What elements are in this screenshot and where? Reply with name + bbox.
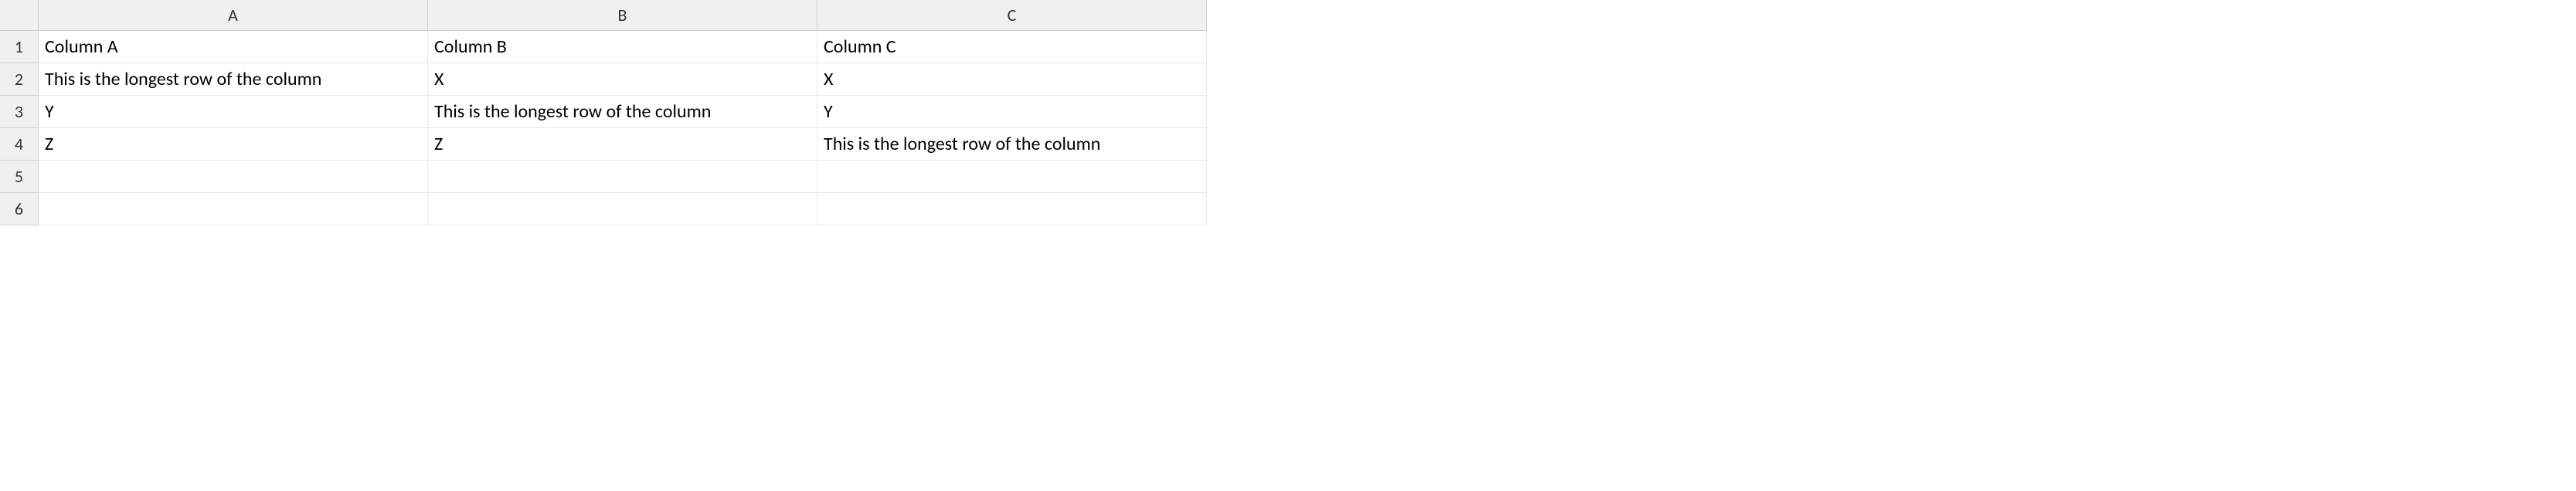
select-all-corner[interactable] (0, 0, 39, 31)
cell-A1[interactable]: Column A (39, 31, 428, 63)
cell-C3[interactable]: Y (817, 96, 1207, 128)
cell-A4[interactable]: Z (39, 128, 428, 161)
column-header-A[interactable]: A (39, 0, 428, 31)
row-header-3[interactable]: 3 (0, 96, 39, 128)
cell-C1[interactable]: Column C (817, 31, 1207, 63)
column-header-B[interactable]: B (428, 0, 817, 31)
row-header-5[interactable]: 5 (0, 161, 39, 193)
row-header-4[interactable]: 4 (0, 128, 39, 161)
cell-B3[interactable]: This is the longest row of the column (428, 96, 817, 128)
cell-C5[interactable] (817, 161, 1207, 193)
cell-A3[interactable]: Y (39, 96, 428, 128)
cell-B5[interactable] (428, 161, 817, 193)
row-header-2[interactable]: 2 (0, 63, 39, 96)
cell-B2[interactable]: X (428, 63, 817, 96)
cell-B1[interactable]: Column B (428, 31, 817, 63)
cell-B4[interactable]: Z (428, 128, 817, 161)
cell-A2[interactable]: This is the longest row of the column (39, 63, 428, 96)
cell-A6[interactable] (39, 193, 428, 225)
column-header-C[interactable]: C (817, 0, 1207, 31)
spreadsheet-grid: A B C 1 Column A Column B Column C 2 Thi… (0, 0, 1207, 225)
row-header-1[interactable]: 1 (0, 31, 39, 63)
row-header-6[interactable]: 6 (0, 193, 39, 225)
cell-C2[interactable]: X (817, 63, 1207, 96)
cell-C4[interactable]: This is the longest row of the column (817, 128, 1207, 161)
cell-C6[interactable] (817, 193, 1207, 225)
cell-A5[interactable] (39, 161, 428, 193)
cell-B6[interactable] (428, 193, 817, 225)
